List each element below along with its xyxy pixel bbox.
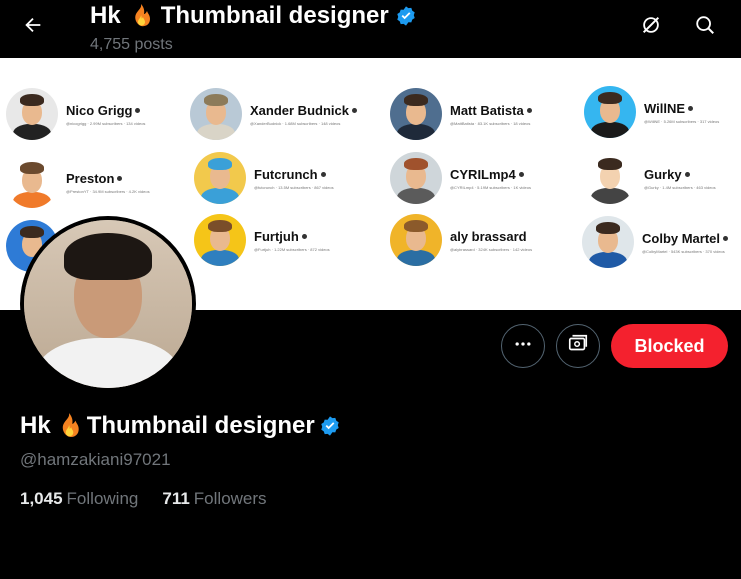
header-title: Hk Thumbnail designer	[90, 2, 417, 30]
following-count: 1,045	[20, 489, 63, 508]
banner-creator: Colby Martel @ColbyMartel · 543K subscrib…	[582, 216, 729, 268]
creator-subtitle: @alybrassard · 324K subscribers · 142 vi…	[450, 246, 533, 252]
followers-label: Followers	[193, 489, 267, 508]
creator-name: Gurky	[644, 166, 682, 182]
creator-name: Futcrunch	[254, 166, 318, 182]
creator-avatar	[582, 216, 634, 268]
display-name-prefix: Hk	[20, 412, 51, 439]
creator-avatar	[390, 214, 442, 266]
followers-link[interactable]: 711 Followers	[162, 489, 266, 509]
grok-icon	[640, 14, 662, 41]
grok-button[interactable]	[634, 10, 668, 44]
more-horizontal-icon	[513, 334, 533, 359]
follow-stats: 1,045 Following 711 Followers	[20, 489, 267, 509]
creator-name: Preston	[66, 170, 115, 186]
creator-name: Xander Budnick	[250, 102, 349, 118]
creator-name: Nico Grigg	[66, 102, 133, 118]
blocked-button[interactable]: Blocked	[611, 324, 728, 368]
creator-name: aly brassard	[450, 228, 527, 244]
more-options-button[interactable]	[501, 324, 545, 368]
creator-avatar	[6, 88, 58, 140]
creator-subtitle: @PrestonYT · 34.9M subscribers · 4.2K vi…	[66, 188, 150, 194]
followers-count: 711	[162, 489, 190, 508]
header-name-suffix: Thumbnail designer	[160, 2, 389, 29]
creator-avatar	[194, 152, 246, 204]
creator-name: CYRILmp4	[450, 166, 516, 182]
creator-subtitle: @WillNE · 5.26M subscribers · 317 videos	[644, 118, 720, 124]
search-icon	[694, 14, 716, 41]
creator-avatar	[584, 86, 636, 138]
creator-avatar	[194, 214, 246, 266]
display-name: Hk Thumbnail designer	[20, 412, 341, 440]
creator-subtitle: @CYRILmp4 · 5.19M subscribers · 1K video…	[450, 184, 531, 190]
creator-subtitle: @Furtjuh · 1.22M subscribers · 872 video…	[254, 246, 330, 252]
verified-badge-icon	[395, 5, 417, 27]
creator-subtitle: @XanderBudnick · 1.68M subscribers · 148…	[250, 120, 341, 126]
creator-subtitle: @MattBatista · 83.1K subscribers · 18 vi…	[450, 120, 531, 126]
creator-subtitle: @Gurky · 1.4M subscribers · 463 videos	[644, 184, 716, 190]
creator-subtitle: @ColbyMartel · 543K subscribers · 370 vi…	[642, 248, 725, 254]
creator-name: WillNE	[644, 100, 686, 116]
following-label: Following	[66, 489, 139, 508]
header-name-prefix: Hk	[90, 2, 121, 29]
banner-creator: CYRILmp4 @CYRILmp4 · 5.19M subscribers · …	[390, 152, 531, 204]
banner-creator: Gurky @Gurky · 1.4M subscribers · 463 vid…	[584, 152, 716, 204]
creator-avatar	[6, 156, 58, 208]
top-bar: Hk Thumbnail designer 4,755 posts	[0, 0, 741, 58]
display-name-suffix: Thumbnail designer	[86, 412, 315, 439]
profile-avatar[interactable]	[20, 216, 196, 392]
verified-badge-icon[interactable]	[319, 415, 341, 437]
creator-name: Matt Batista	[450, 102, 524, 118]
creator-name: Colby Martel	[642, 230, 721, 246]
banner-creator: Xander Budnick @XanderBudnick · 1.68M sub…	[190, 88, 357, 140]
back-button[interactable]	[16, 10, 50, 44]
creator-name: Furtjuh	[254, 228, 299, 244]
fire-emoji-icon	[127, 2, 155, 30]
search-button[interactable]	[688, 10, 722, 44]
user-handle: @hamzakiani97021	[20, 450, 171, 469]
post-count: 4,755 posts	[90, 36, 173, 53]
creator-avatar	[390, 88, 442, 140]
creator-subtitle: @nicogrigg · 2.99M subscribers · 134 vid…	[66, 120, 146, 126]
following-link[interactable]: 1,045 Following	[20, 489, 138, 509]
creator-subtitle: @futcrunch · 13.5M subscribers · 867 vid…	[254, 184, 334, 190]
avatar-photo	[24, 220, 192, 388]
banner-creator: Furtjuh @Furtjuh · 1.22M subscribers · 87…	[194, 214, 330, 266]
banner-creator: aly brassard @alybrassard · 324K subscrib…	[390, 214, 532, 266]
subscribe-button[interactable]	[556, 324, 600, 368]
fire-emoji-icon	[55, 412, 83, 440]
creator-avatar	[190, 88, 242, 140]
creator-avatar	[584, 152, 636, 204]
arrow-left-icon	[22, 14, 44, 41]
banner-creator: WillNE @WillNE · 5.26M subscribers · 317 …	[584, 86, 719, 138]
banner-creator: Matt Batista @MattBatista · 83.1K subscri…	[390, 88, 532, 140]
banner-creator: Futcrunch @futcrunch · 13.5M subscribers …	[194, 152, 334, 204]
creator-avatar	[390, 152, 442, 204]
banner-creator: Nico Grigg @nicogrigg · 2.99M subscribers…	[6, 88, 145, 140]
banner-creator: Preston @PrestonYT · 34.9M subscribers · …	[6, 156, 150, 208]
subscribe-icon	[567, 333, 589, 360]
